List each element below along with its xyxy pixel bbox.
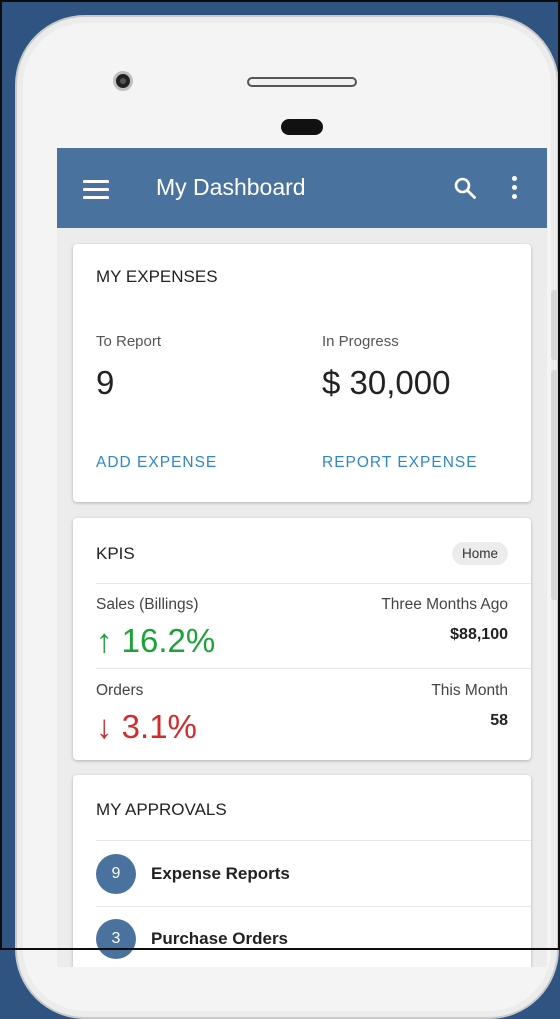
kpi-orders-period-value: 58 — [490, 712, 508, 729]
kpi-sales-value: ↑ 16.2% — [96, 622, 216, 659]
report-expense-button[interactable]: REPORT EXPENSE — [322, 454, 478, 472]
phone-side-button — [551, 290, 560, 360]
kpis-card: KPIS Home Sales (Billings) ↑ 16.2% Three… — [73, 518, 531, 760]
more-vert-icon[interactable] — [509, 176, 519, 202]
divider — [96, 668, 531, 669]
expenses-card: MY EXPENSES To Report 9 In Progress $ 30… — [73, 244, 531, 502]
kpi-orders-value: ↓ 3.1% — [96, 708, 197, 745]
divider — [96, 840, 531, 841]
app-screen: My Dashboard MY EXPENSES To Report 9 In … — [57, 148, 547, 967]
approvals-card: MY APPROVALS 9 Expense Reports 3 Purchas… — [73, 775, 531, 967]
approval-item-label: Purchase Orders — [151, 929, 289, 948]
approval-item-label: Expense Reports — [151, 864, 290, 883]
to-report-value: 9 — [96, 364, 115, 401]
app-bar: My Dashboard — [57, 148, 547, 228]
in-progress-label: In Progress — [322, 333, 399, 350]
front-camera-icon — [113, 71, 133, 91]
kpi-sales-period-value: $88,100 — [450, 626, 508, 643]
earpiece-speaker — [247, 77, 357, 87]
in-progress-value: $ 30,000 — [322, 364, 451, 401]
kpis-card-title: KPIS — [96, 544, 135, 563]
kpi-orders-label: Orders — [96, 682, 144, 699]
approval-item-purchase-orders[interactable]: 3 Purchase Orders — [96, 907, 531, 967]
phone-frame: My Dashboard MY EXPENSES To Report 9 In … — [15, 15, 559, 1019]
proximity-sensor — [281, 119, 323, 135]
expenses-card-title: MY EXPENSES — [96, 267, 218, 286]
approval-item-expense-reports[interactable]: 9 Expense Reports — [96, 842, 531, 906]
to-report-label: To Report — [96, 333, 162, 350]
kpi-sales-period-label: Three Months Ago — [381, 596, 508, 613]
page-title: My Dashboard — [156, 174, 306, 200]
kpi-sales-label: Sales (Billings) — [96, 596, 199, 613]
filter-chip-home[interactable]: Home — [451, 542, 508, 565]
count-badge: 9 — [96, 854, 136, 894]
add-expense-button[interactable]: ADD EXPENSE — [96, 454, 217, 472]
search-icon[interactable] — [453, 176, 477, 200]
hamburger-menu-icon[interactable] — [83, 180, 109, 199]
kpi-orders-period-label: This Month — [431, 682, 508, 699]
phone-side-button — [551, 370, 560, 600]
count-badge: 3 — [96, 919, 136, 959]
approvals-card-title: MY APPROVALS — [96, 800, 227, 819]
divider — [96, 583, 531, 584]
